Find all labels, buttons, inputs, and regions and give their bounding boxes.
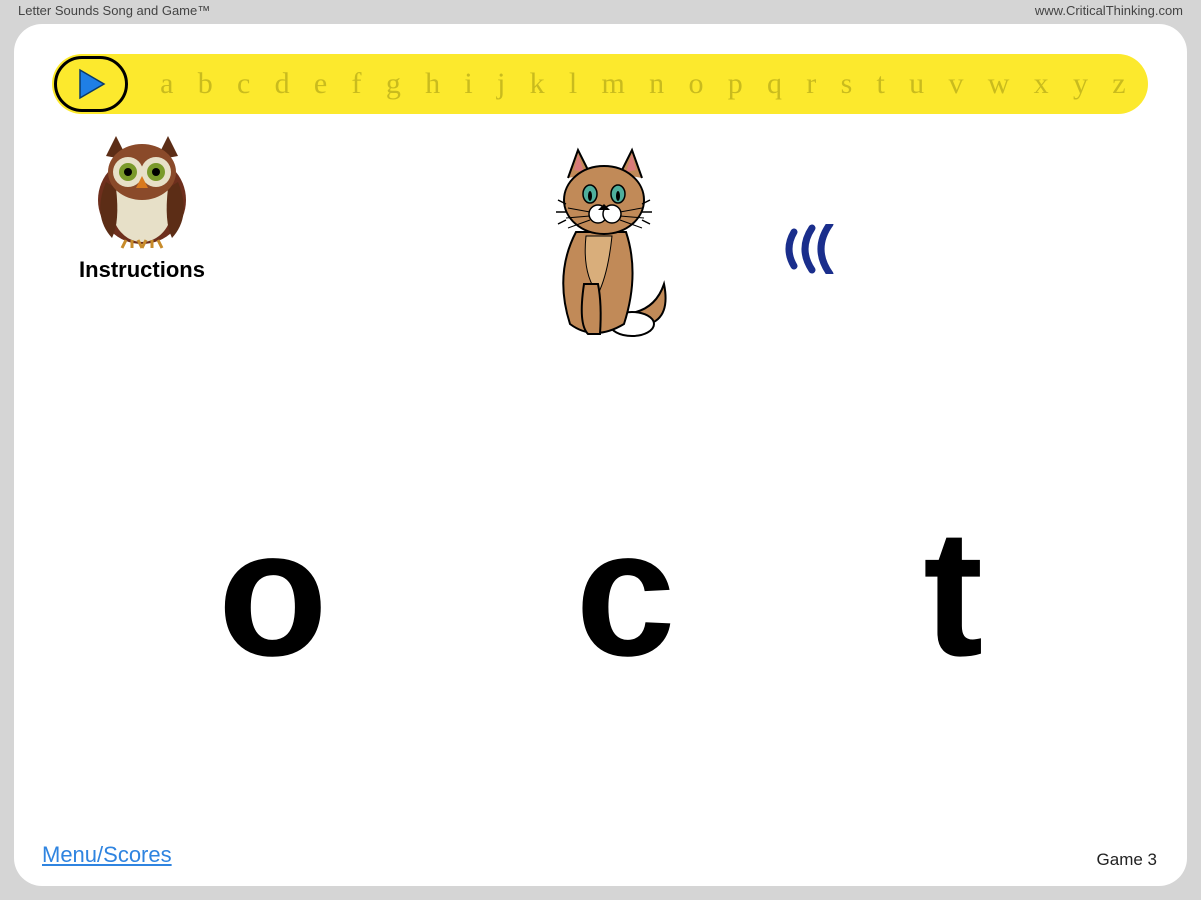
letter-choice-2[interactable]: c — [575, 504, 675, 684]
alpha-letter[interactable]: s — [841, 67, 853, 101]
alphabet-letters: a b c d e f g h i j k l m n o p q r s t … — [128, 67, 1148, 101]
alpha-letter[interactable]: q — [767, 67, 782, 101]
letter-choices: o c t — [14, 504, 1187, 684]
game-panel: a b c d e f g h i j k l m n o p q r s t … — [14, 24, 1187, 886]
sound-waves-icon — [784, 224, 844, 274]
alphabet-bar: a b c d e f g h i j k l m n o p q r s t … — [52, 54, 1148, 114]
alpha-letter[interactable]: o — [688, 67, 703, 101]
instructions-label: Instructions — [62, 257, 222, 283]
alpha-letter[interactable]: m — [602, 67, 625, 101]
cat-icon — [524, 144, 684, 344]
alpha-letter[interactable]: d — [275, 67, 290, 101]
alpha-letter[interactable]: a — [160, 67, 173, 101]
alpha-letter[interactable]: z — [1112, 67, 1125, 101]
alpha-letter[interactable]: x — [1034, 67, 1049, 101]
alpha-letter[interactable]: p — [728, 67, 743, 101]
alpha-letter[interactable]: h — [425, 67, 440, 101]
alpha-letter[interactable]: b — [198, 67, 213, 101]
alpha-letter[interactable]: u — [909, 67, 924, 101]
alpha-letter[interactable]: n — [649, 67, 664, 101]
owl-icon — [82, 130, 202, 250]
alpha-letter[interactable]: g — [386, 67, 401, 101]
letter-choice-3[interactable]: t — [923, 504, 983, 684]
instructions-button[interactable]: Instructions — [62, 130, 222, 283]
game-number-label: Game 3 — [1097, 850, 1157, 870]
play-button[interactable] — [54, 56, 128, 112]
alpha-letter[interactable]: c — [237, 67, 250, 101]
play-sound-button[interactable] — [784, 224, 844, 279]
app-top-bar: Letter Sounds Song and Game™ www.Critica… — [0, 0, 1201, 24]
alpha-letter[interactable]: f — [352, 67, 362, 101]
alpha-letter[interactable]: w — [988, 67, 1010, 101]
alpha-letter[interactable]: v — [948, 67, 963, 101]
play-icon — [74, 67, 108, 101]
alpha-letter[interactable]: j — [497, 67, 505, 101]
alpha-letter[interactable]: i — [464, 67, 472, 101]
alpha-letter[interactable]: l — [569, 67, 577, 101]
alpha-letter[interactable]: e — [314, 67, 327, 101]
word-image[interactable] — [524, 144, 684, 349]
alpha-letter[interactable]: t — [877, 67, 885, 101]
alpha-letter[interactable]: y — [1073, 67, 1088, 101]
app-title: Letter Sounds Song and Game™ — [18, 3, 210, 24]
app-site-link[interactable]: www.CriticalThinking.com — [1035, 3, 1183, 24]
alpha-letter[interactable]: k — [530, 67, 545, 101]
menu-scores-link[interactable]: Menu/Scores — [42, 842, 172, 868]
letter-choice-1[interactable]: o — [218, 504, 328, 684]
alpha-letter[interactable]: r — [806, 67, 816, 101]
